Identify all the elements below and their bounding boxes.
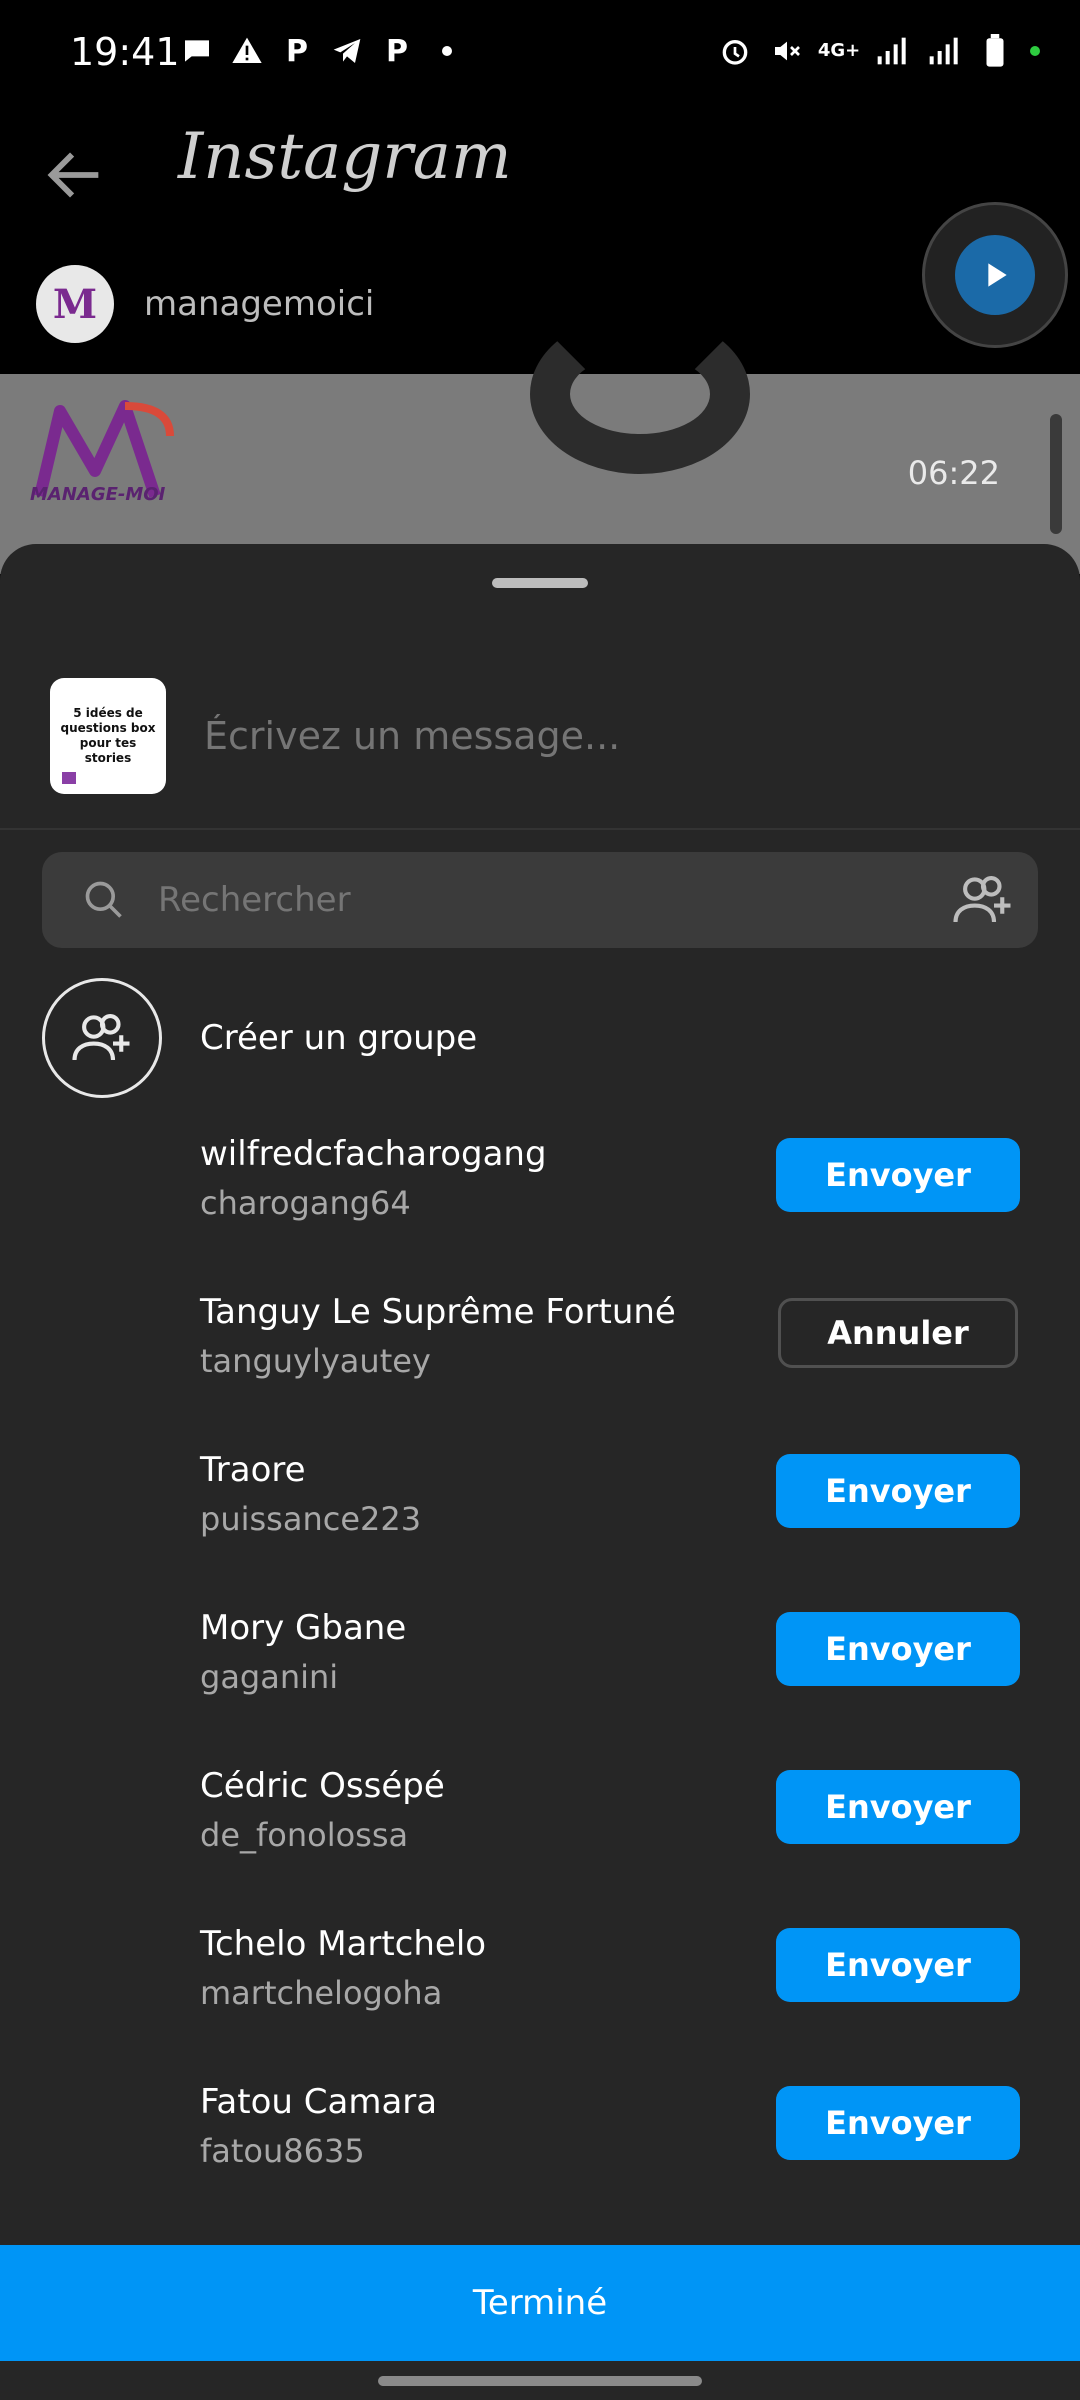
contact-row: Tanguy Le Suprême Fortuné tanguylyautey …	[0, 1292, 1080, 1450]
contact-name: Fatou Camara	[200, 2082, 438, 2122]
contact-username: tanguylyautey	[200, 1342, 431, 1380]
avatar: M	[36, 265, 114, 343]
send-button[interactable]: Envoyer	[776, 1612, 1020, 1686]
add-people-icon[interactable]	[950, 867, 1016, 933]
profile-name: managemoici	[144, 284, 375, 324]
play-icon	[955, 235, 1035, 315]
contact-row: Mory Gbane gaganini Envoyer	[0, 1608, 1080, 1766]
contact-username: charogang64	[200, 1184, 411, 1222]
contact-list: wilfredcfacharogang charogang64 Envoyer …	[0, 1134, 1080, 2240]
p-icon: P	[386, 33, 408, 69]
drag-handle[interactable]	[492, 578, 588, 588]
done-button[interactable]: Terminé	[0, 2245, 1080, 2361]
thumbnail-caption: 5 idées de questions box pour tes storie…	[60, 706, 156, 765]
gesture-nav-bar[interactable]	[378, 2376, 702, 2386]
message-icon	[180, 34, 214, 68]
send-button[interactable]: Envoyer	[776, 1454, 1020, 1528]
contact-name: wilfredcfacharogang	[200, 1134, 547, 1174]
network-4g-icon: 4G+	[817, 40, 861, 61]
contact-row: Traore puissance223 Envoyer	[0, 1450, 1080, 1608]
create-group-label: Créer un groupe	[200, 1018, 478, 1058]
contact-name: Mory Gbane	[200, 1608, 407, 1648]
contact-row: Tchelo Martchelo martchelogoha Envoyer	[0, 1924, 1080, 2082]
manage-moi-logo	[30, 396, 180, 526]
signal-icon	[926, 34, 960, 68]
app-header: Instagram M managemoici	[0, 110, 1080, 370]
status-time: 19:41	[70, 30, 180, 74]
contact-username: martchelogoha	[200, 1974, 443, 2012]
search-input[interactable]	[156, 879, 950, 921]
contact-row: Fatou Camara fatou8635 Envoyer	[0, 2082, 1080, 2240]
signal-icon	[874, 34, 908, 68]
create-group-row[interactable]: Créer un groupe	[42, 978, 477, 1098]
contact-username: puissance223	[200, 1500, 422, 1538]
cancel-button[interactable]: Annuler	[778, 1298, 1018, 1368]
send-button[interactable]: Envoyer	[776, 1928, 1020, 2002]
instagram-logo: Instagram	[178, 120, 512, 194]
back-arrow-icon[interactable]	[40, 140, 110, 210]
contact-name: Tchelo Martchelo	[200, 1924, 487, 1964]
charging-dot-icon	[1030, 46, 1040, 56]
contact-row: Cédric Ossépé de_fonolossa Envoyer	[0, 1766, 1080, 1924]
send-button[interactable]: Envoyer	[776, 2086, 1020, 2160]
avatar-logo-icon: M	[52, 280, 98, 328]
search-icon	[82, 878, 126, 922]
logo-caption: MANAGE-MOI	[30, 484, 166, 505]
contact-username: de_fonolossa	[200, 1816, 409, 1854]
floating-overlay-button[interactable]	[922, 202, 1068, 348]
story-profile[interactable]: M managemoici	[36, 265, 374, 343]
dot-icon	[430, 34, 464, 68]
scrollbar[interactable]	[1050, 414, 1062, 534]
notification-icons: P P	[180, 33, 464, 69]
status-bar: 19:41 P P 4G+	[0, 0, 1080, 110]
contact-row: wilfredcfacharogang charogang64 Envoyer	[0, 1134, 1080, 1292]
divider	[0, 828, 1080, 830]
story-timestamp: 06:22	[907, 454, 1000, 492]
battery-icon	[978, 34, 1012, 68]
send-button[interactable]: Envoyer	[776, 1770, 1020, 1844]
contact-username: gaganini	[200, 1658, 339, 1696]
mute-icon	[770, 34, 804, 68]
alarm-icon	[718, 34, 752, 68]
contact-username: fatou8635	[200, 2132, 365, 2170]
search-bar	[42, 852, 1038, 948]
shared-post-thumbnail: 5 idées de questions box pour tes storie…	[50, 678, 166, 794]
system-icons: 4G+	[718, 34, 1040, 68]
message-composer: 5 idées de questions box pour tes storie…	[50, 678, 1006, 794]
contact-name: Traore	[200, 1450, 306, 1490]
telegram-icon	[330, 34, 364, 68]
message-input[interactable]	[202, 713, 1006, 759]
share-sheet: 5 idées de questions box pour tes storie…	[0, 544, 1080, 2400]
create-group-icon	[42, 978, 162, 1098]
bar-chart-icon	[62, 772, 76, 784]
contact-name: Tanguy Le Suprême Fortuné	[200, 1292, 676, 1332]
story-ring	[530, 314, 750, 474]
warning-icon	[230, 34, 264, 68]
p-icon: P	[286, 33, 308, 69]
send-button[interactable]: Envoyer	[776, 1138, 1020, 1212]
contact-name: Cédric Ossépé	[200, 1766, 445, 1806]
